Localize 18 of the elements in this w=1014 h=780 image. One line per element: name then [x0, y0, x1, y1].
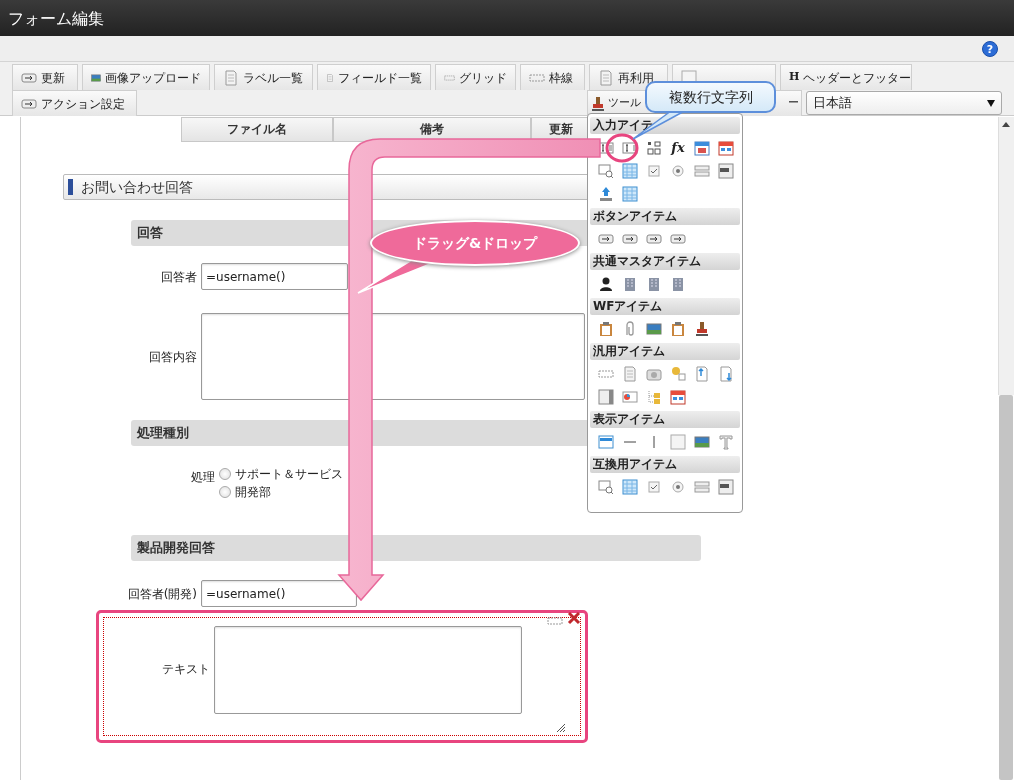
column-header: ファイル名 [181, 117, 333, 142]
field-label: 回答者(開発) [127, 586, 197, 603]
header-glyph-icon: H [789, 69, 800, 86]
palette-section-header: 互換用アイテム [590, 456, 740, 473]
palette-section-header: 入力アイテ [590, 117, 740, 134]
field-label: 回答内容 [148, 348, 197, 366]
field-label: テキスト [161, 661, 210, 678]
option-label: 開発部 [235, 484, 271, 501]
option-label: サポート＆サービス [235, 466, 343, 483]
palette-section-header: 共通マスタアイテム [590, 253, 740, 270]
window-title: フォーム編集 [0, 0, 1014, 36]
palette-section-header: 表示アイテム [590, 411, 740, 428]
palette-section-header: 汎用アイテム [590, 343, 740, 360]
palette-section-header: ボタンアイテム [590, 208, 740, 225]
subsection-header: 製品開発回答 [131, 535, 701, 561]
field-label: 処理 [190, 469, 215, 486]
palette-section-header: WFアイテム [590, 298, 740, 315]
field-label: 回答者 [160, 269, 197, 286]
